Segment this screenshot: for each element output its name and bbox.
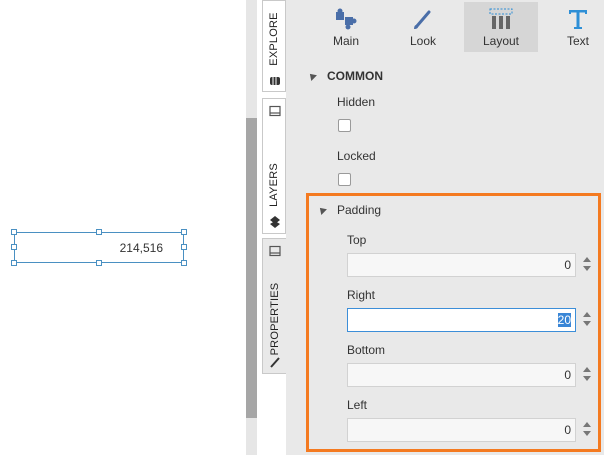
padding-bottom-input[interactable] (347, 363, 576, 387)
spin-up-icon[interactable] (583, 257, 591, 262)
padding-top-label: Top (347, 233, 367, 247)
selected-value-widget[interactable]: 214,516 (14, 232, 184, 263)
padding-bottom-spinner[interactable] (582, 365, 592, 385)
puzzle-icon (336, 8, 357, 30)
locked-label: Locked (337, 149, 376, 163)
locked-checkbox[interactable] (338, 173, 351, 186)
window-icon (269, 105, 281, 117)
canvas-scrollbar[interactable] (246, 0, 257, 455)
spin-down-icon[interactable] (583, 431, 591, 436)
spin-up-icon[interactable] (583, 422, 591, 427)
padding-bottom-label: Bottom (347, 343, 386, 357)
main-button[interactable]: Main (316, 2, 376, 52)
resize-handle-bottom-left[interactable] (11, 260, 17, 266)
selected-text: 20 (557, 313, 571, 327)
padding-top-spinner[interactable] (582, 255, 592, 275)
spin-up-icon[interactable] (583, 312, 591, 317)
look-button[interactable]: Look (393, 2, 453, 52)
design-canvas[interactable]: 214,516 (0, 0, 246, 455)
text-button[interactable]: Text (548, 2, 604, 52)
scrollbar-thumb[interactable] (246, 118, 257, 418)
tab-explore[interactable]: EXPLORE (262, 0, 286, 92)
hidden-checkbox[interactable] (338, 119, 351, 132)
padding-left-label: Left (347, 398, 368, 412)
tab-layers-label: LAYERS (268, 163, 280, 207)
common-section-title: COMMON (327, 69, 383, 83)
resize-handle-top-middle[interactable] (96, 229, 102, 235)
paintbrush-icon (414, 10, 431, 29)
padding-top-input[interactable] (347, 253, 576, 277)
properties-toolbar: Main Look Layout Text (286, 0, 604, 58)
padding-section-title: Padding (337, 203, 382, 217)
layout-button[interactable]: Layout (464, 2, 538, 52)
tab-explore-label: EXPLORE (268, 12, 280, 66)
main-button-label: Main (332, 34, 359, 48)
padding-right-spinner[interactable] (582, 310, 592, 330)
layers-icon (270, 216, 280, 228)
properties-panel: Main Look Layout Text COMMON Hidden Lock… (286, 0, 604, 455)
padding-left-input[interactable] (347, 418, 576, 442)
resize-handle-bottom-middle[interactable] (96, 260, 102, 266)
padding-left-spinner[interactable] (582, 420, 592, 440)
tab-properties[interactable]: PROPERTIES (262, 238, 286, 374)
resize-handle-bottom-right[interactable] (181, 260, 187, 266)
tab-properties-label: PROPERTIES (268, 282, 281, 356)
window-icon (269, 245, 281, 257)
spin-down-icon[interactable] (583, 321, 591, 326)
hidden-label: Hidden (337, 95, 376, 109)
spin-down-icon[interactable] (583, 376, 591, 381)
text-button-label: Text (566, 34, 589, 48)
resize-handle-top-right[interactable] (181, 229, 187, 235)
widget-value-text: 214,516 (119, 241, 163, 255)
pencil-icon (270, 357, 280, 368)
padding-right-input[interactable]: 20 (347, 308, 576, 332)
side-tab-strip: EXPLORE LAYERS PROPERTIES (262, 0, 286, 455)
spin-up-icon[interactable] (583, 367, 591, 372)
spin-down-icon[interactable] (583, 266, 591, 271)
database-icon (270, 77, 280, 85)
collapse-arrow-icon[interactable] (307, 71, 317, 81)
resize-handle-top-left[interactable] (11, 229, 17, 235)
padding-right-label: Right (347, 288, 376, 302)
tab-layers[interactable]: LAYERS (262, 98, 286, 234)
resize-handle-middle-left[interactable] (11, 244, 17, 250)
layout-columns-icon (489, 8, 513, 29)
resize-handle-middle-right[interactable] (181, 244, 187, 250)
layout-button-label: Layout (482, 34, 520, 48)
text-format-icon (569, 10, 587, 29)
look-button-label: Look (409, 34, 437, 48)
